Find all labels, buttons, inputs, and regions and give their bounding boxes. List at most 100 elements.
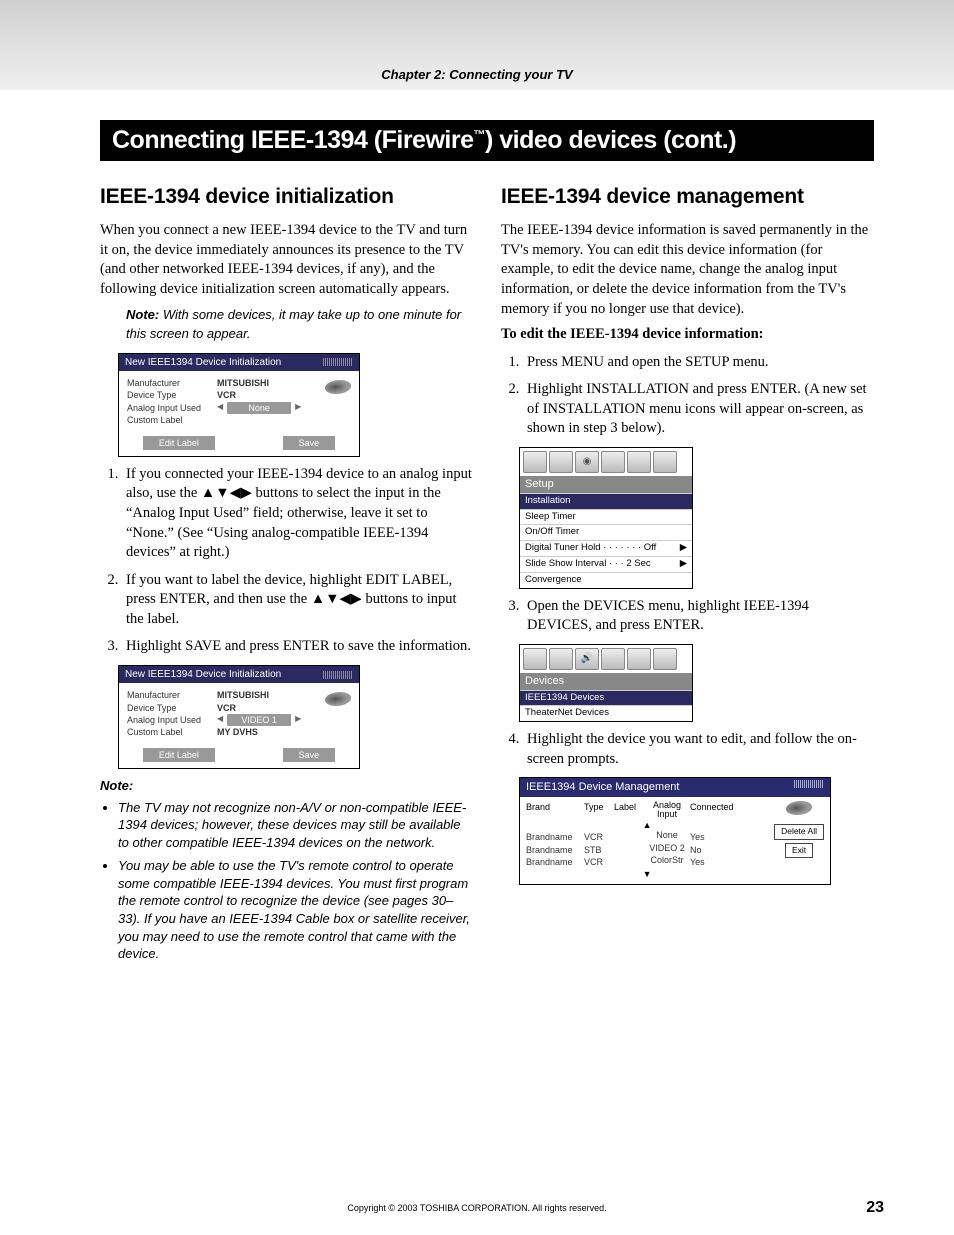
title-part-a: Connecting IEEE-1394 (Firewire: [112, 126, 474, 154]
osd2-title: New IEEE1394 Device Initialization: [125, 668, 281, 682]
step: Highlight SAVE and press ENTER to save t…: [122, 637, 473, 657]
chapter-label: Chapter 2: Connecting your TV: [381, 67, 572, 82]
save-button[interactable]: Save: [283, 748, 336, 762]
menu-icon: [601, 451, 625, 473]
step: If you want to label the device, highlig…: [122, 571, 473, 630]
k: Custom Label: [127, 726, 217, 738]
v: MITSUBISHI: [217, 377, 269, 389]
page-title: Connecting IEEE-1394 (Firewire™) video d…: [100, 120, 874, 161]
devices-title: Devices: [520, 673, 692, 690]
setup-title: Setup: [520, 476, 692, 493]
menu-icon: [523, 451, 547, 473]
save-button[interactable]: Save: [283, 436, 336, 450]
chevron-right-icon: ▶: [680, 558, 687, 571]
menu-item[interactable]: Convergence: [520, 572, 692, 588]
edit-label-button[interactable]: Edit Label: [143, 436, 215, 450]
tri-left-icon: ◀: [217, 714, 223, 725]
note-body: With some devices, it may take up to one…: [126, 307, 461, 342]
menu-icon: [601, 648, 625, 670]
chevron-right-icon: ▶: [680, 542, 687, 555]
scroll-down-icon[interactable]: ▼: [526, 868, 768, 880]
osd-init-1: New IEEE1394 Device Initialization Manuf…: [118, 353, 360, 457]
menu-icon: 🔊: [575, 648, 599, 670]
th: Analog Input: [646, 801, 688, 819]
left-steps: If you connected your IEEE-1394 device t…: [100, 465, 473, 657]
tri-right-icon: ▶: [295, 402, 301, 413]
menu-icon: [549, 451, 573, 473]
k: Manufacturer: [127, 689, 217, 701]
right-heading: IEEE-1394 device management: [501, 183, 874, 211]
tri-left-icon: ◀: [217, 402, 223, 413]
right-steps-a: Press MENU and open the SETUP menu. High…: [501, 353, 874, 439]
left-intro: When you connect a new IEEE-1394 device …: [100, 221, 473, 299]
menu-item-theaternet[interactable]: TheaterNet Devices: [520, 705, 692, 721]
tri-right-icon: ▶: [295, 714, 301, 725]
delete-all-button[interactable]: Delete All: [774, 824, 824, 839]
k: Analog Input Used: [127, 402, 217, 414]
v: VCR: [217, 389, 236, 401]
right-steps-b: Open the DEVICES menu, highlight IEEE-13…: [501, 597, 874, 636]
device-icon: [784, 801, 814, 815]
osd-init-2: New IEEE1394 Device Initialization Manuf…: [118, 665, 360, 769]
scroll-up-icon[interactable]: ▲: [526, 819, 768, 831]
note-item: The TV may not recognize non-A/V or non-…: [118, 799, 473, 852]
title-tm: ™: [474, 128, 486, 142]
note2-list: The TV may not recognize non-A/V or non-…: [100, 799, 473, 963]
mgmt-table: IEEE1394 Device Management Brand Type La…: [519, 777, 831, 885]
menu-icon: ◉: [575, 451, 599, 473]
k: Device Type: [127, 389, 217, 401]
right-sub: To edit the IEEE-1394 device information…: [501, 325, 874, 345]
menu-item-installation[interactable]: Installation: [520, 493, 692, 509]
th: Type: [584, 801, 612, 819]
menu-icon: [653, 648, 677, 670]
step: Open the DEVICES menu, highlight IEEE-13…: [523, 597, 874, 636]
hatch-icon: [323, 671, 353, 679]
hatch-icon: [794, 780, 824, 788]
k: Analog Input Used: [127, 714, 217, 726]
step: If you connected your IEEE-1394 device t…: [122, 465, 473, 563]
th: Brand: [526, 801, 582, 819]
menu-icon: [653, 451, 677, 473]
table-row[interactable]: BrandnameSTBVIDEO 2No: [526, 844, 768, 856]
menu-item-ieee1394[interactable]: IEEE1394 Devices: [520, 690, 692, 706]
v: VCR: [217, 702, 236, 714]
note-lead: Note:: [126, 307, 159, 322]
right-intro: The IEEE-1394 device information is save…: [501, 221, 874, 319]
footer-copyright: Copyright © 2003 TOSHIBA CORPORATION. Al…: [0, 1203, 954, 1213]
title-part-b: ) video devices (cont.): [485, 126, 736, 154]
left-heading: IEEE-1394 device initialization: [100, 183, 473, 211]
step: Press MENU and open the SETUP menu.: [523, 353, 874, 373]
edit-label-button[interactable]: Edit Label: [143, 748, 215, 762]
th: Connected: [690, 801, 740, 819]
menu-icon: [549, 648, 573, 670]
right-steps-c: Highlight the device you want to edit, a…: [501, 730, 874, 769]
mgmt-title: IEEE1394 Device Management: [526, 780, 679, 795]
step: Highlight the device you want to edit, a…: [523, 730, 874, 769]
menu-icon: [627, 648, 651, 670]
header-band: Chapter 2: Connecting your TV: [0, 0, 954, 90]
step: Highlight INSTALLATION and press ENTER. …: [523, 380, 874, 439]
left-column: IEEE-1394 device initialization When you…: [100, 183, 473, 969]
page-number: 23: [866, 1199, 884, 1217]
pill-value[interactable]: None: [227, 402, 291, 414]
menu-item[interactable]: Digital Tuner Hold · · · · · · · Off▶: [520, 540, 692, 556]
note-item: You may be able to use the TV's remote c…: [118, 857, 473, 962]
k: Device Type: [127, 702, 217, 714]
menu-icon: [627, 451, 651, 473]
menu-item[interactable]: Slide Show Interval · · · 2 Sec▶: [520, 556, 692, 572]
devices-menu: 🔊 Devices IEEE1394 Devices TheaterNet De…: [519, 644, 693, 722]
v: MY DVHS: [217, 726, 258, 738]
table-row[interactable]: BrandnameVCRNoneYes: [526, 831, 768, 843]
k: Custom Label: [127, 414, 217, 426]
table-row[interactable]: BrandnameVCRColorStrYes: [526, 856, 768, 868]
osd1-title: New IEEE1394 Device Initialization: [125, 356, 281, 370]
note2-lead: Note:: [100, 777, 473, 795]
pill-value[interactable]: VIDEO 1: [227, 714, 291, 726]
menu-icon: [523, 648, 547, 670]
k: Manufacturer: [127, 377, 217, 389]
menu-item[interactable]: Sleep Timer: [520, 509, 692, 525]
hatch-icon: [323, 358, 353, 366]
exit-button[interactable]: Exit: [785, 843, 813, 858]
menu-item[interactable]: On/Off Timer: [520, 524, 692, 540]
setup-menu: ◉ Setup Installation Sleep Timer On/Off …: [519, 447, 693, 589]
